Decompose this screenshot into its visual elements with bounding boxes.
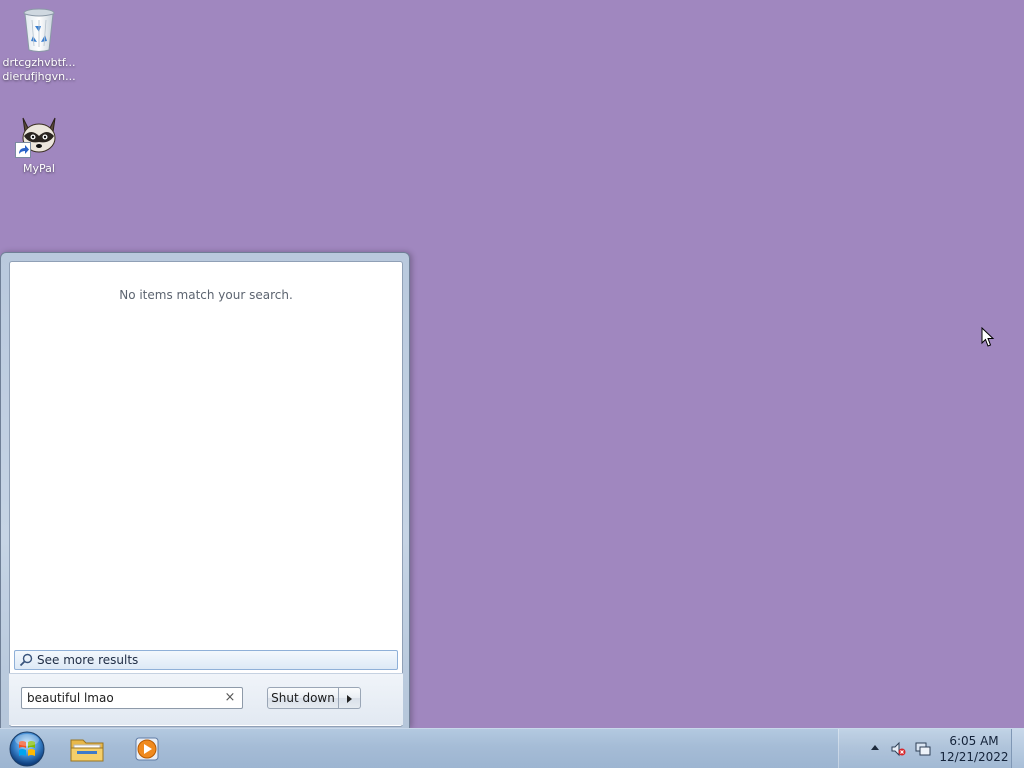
taskbar-windows-explorer[interactable] [63, 731, 111, 767]
start-search-input[interactable] [27, 690, 217, 706]
mouse-cursor-icon [981, 327, 995, 347]
clock-date: 12/21/2022 [939, 750, 1009, 764]
shutdown-group: Shut down [267, 687, 361, 709]
show-hidden-icons-icon[interactable] [871, 745, 879, 750]
search-icon [19, 653, 33, 667]
recycle-bin-label-line2: dierufjhgvn... [2, 70, 76, 83]
network-icon[interactable] [915, 741, 931, 757]
shutdown-button[interactable]: Shut down [267, 687, 339, 709]
see-more-results-button[interactable]: See more results [14, 650, 398, 670]
shutdown-options-button[interactable] [339, 687, 361, 709]
no-results-message: No items match your search. [119, 288, 293, 302]
taskbar-windows-media-player[interactable] [124, 731, 172, 767]
search-results-pane: No items match your search. See more res… [9, 261, 403, 727]
taskbar: 6:05 AM 12/21/2022 [0, 728, 1024, 768]
mypal-label: MyPal [23, 162, 55, 175]
clock-time: 6:05 AM [949, 734, 999, 748]
show-desktop-button[interactable] [1011, 729, 1024, 768]
start-menu-bottom-bar: × Shut down [9, 673, 403, 725]
start-menu: No items match your search. See more res… [0, 252, 410, 728]
see-more-results-label: See more results [37, 653, 139, 667]
start-search-box[interactable]: × [21, 687, 243, 709]
shortcut-arrow-icon [15, 142, 31, 158]
chevron-right-icon [347, 695, 352, 703]
start-button[interactable] [7, 730, 47, 768]
media-player-icon [135, 737, 159, 761]
volume-muted-icon[interactable] [890, 741, 906, 757]
desktop-icon-recycle-bin[interactable]: drtcgzhvbtf... dierufjhgvn... [1, 6, 77, 84]
system-tray: 6:05 AM 12/21/2022 [838, 729, 1011, 768]
recycle-bin-label-line1: drtcgzhvbtf... [2, 56, 76, 69]
recycle-bin-icon [23, 8, 55, 52]
taskbar-clock[interactable]: 6:05 AM 12/21/2022 [939, 733, 1009, 765]
folder-icon [70, 739, 104, 762]
clear-search-icon[interactable]: × [223, 689, 237, 707]
desktop-icon-mypal[interactable]: MyPal [1, 112, 77, 176]
